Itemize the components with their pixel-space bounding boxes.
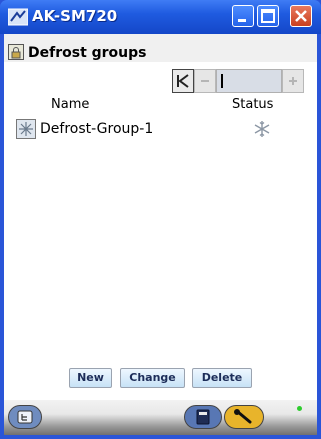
next-page-button[interactable] bbox=[282, 69, 304, 93]
app-window: AK-SM720 Defrost groups Name Status Defr… bbox=[0, 0, 321, 439]
delete-button[interactable]: Delete bbox=[192, 368, 252, 388]
row-name: Defrost-Group-1 bbox=[40, 121, 154, 137]
minimize-button[interactable] bbox=[232, 5, 254, 27]
book-button[interactable] bbox=[184, 405, 222, 429]
first-page-button[interactable] bbox=[172, 69, 194, 93]
column-header-status: Status bbox=[232, 97, 274, 112]
pager bbox=[172, 69, 306, 93]
main-panel: Defrost groups Name Status Defrost-Group… bbox=[4, 34, 317, 435]
window-title: AK-SM720 bbox=[32, 7, 118, 25]
previous-page-button[interactable] bbox=[194, 69, 216, 93]
tree-view-button[interactable] bbox=[8, 405, 42, 429]
close-button[interactable] bbox=[290, 5, 312, 27]
column-header-name: Name bbox=[51, 97, 90, 112]
defrost-group-icon[interactable] bbox=[16, 119, 36, 139]
change-button[interactable]: Change bbox=[120, 368, 185, 388]
snowflake-icon bbox=[252, 119, 272, 139]
page-title: Defrost groups bbox=[28, 45, 147, 61]
new-button[interactable]: New bbox=[69, 368, 112, 388]
title-bar[interactable]: AK-SM720 bbox=[0, 0, 321, 34]
table-row[interactable]: Defrost-Group-1 bbox=[16, 117, 306, 141]
app-logo-icon bbox=[7, 7, 29, 27]
wrench-button[interactable] bbox=[224, 405, 264, 429]
page-header: Defrost groups bbox=[4, 34, 317, 62]
maximize-button[interactable] bbox=[257, 5, 279, 27]
status-led bbox=[297, 406, 302, 411]
bottom-toolbar bbox=[4, 400, 317, 435]
page-field[interactable] bbox=[216, 69, 282, 93]
lock-icon[interactable] bbox=[8, 44, 24, 60]
